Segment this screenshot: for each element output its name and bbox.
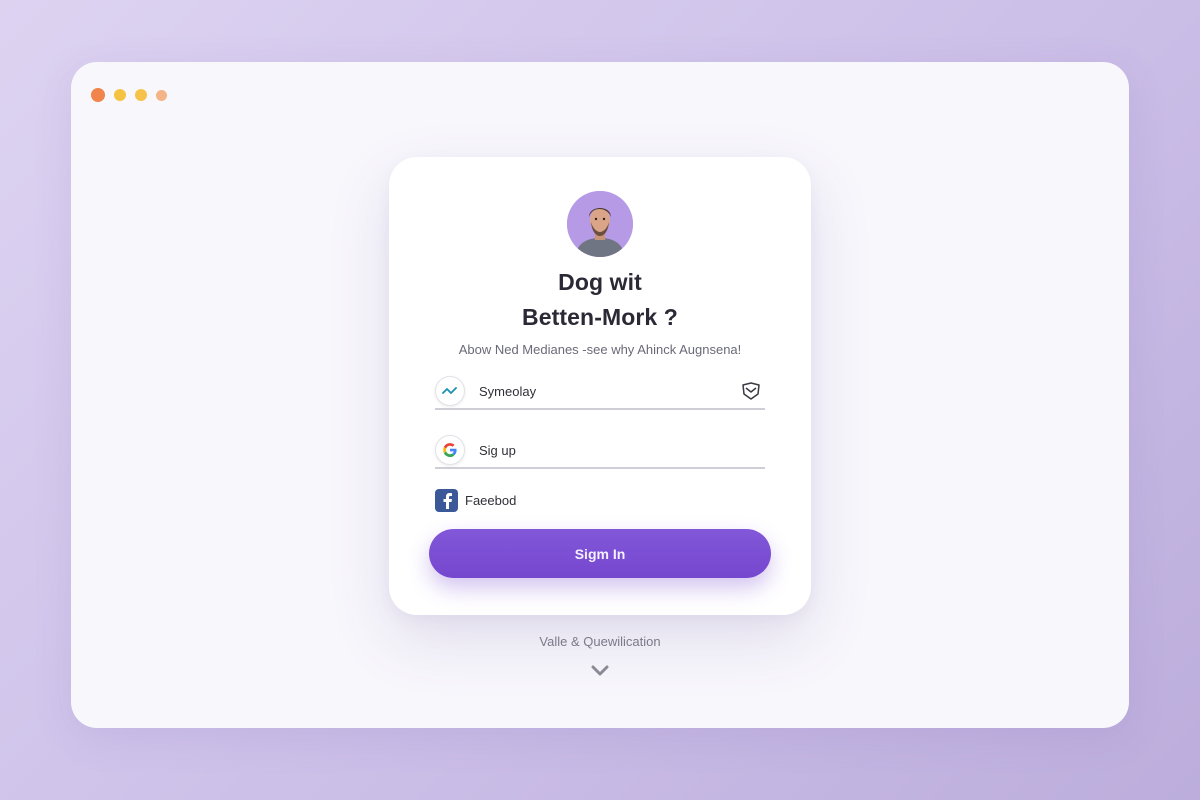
facebook-option[interactable]: Faeebod [435,488,516,512]
symeolay-field[interactable]: Symeolay [435,374,765,410]
login-card: Dog wit Betten-Mork ? Abow Ned Medianes … [389,157,811,615]
google-icon [435,435,465,465]
title-line-1: Dog wit [558,269,642,295]
footer-link[interactable]: Valle & Quewilication [71,634,1129,649]
wave-icon [435,376,465,406]
app-window: Dog wit Betten-Mork ? Abow Ned Medianes … [71,62,1129,728]
sign-up-label: Sig up [479,442,516,458]
facebook-icon [435,488,458,512]
symeolay-label: Symeolay [479,383,537,399]
sign-in-button[interactable]: Sigm In [429,529,771,578]
maximize-dot[interactable] [135,89,147,101]
window-controls [91,88,176,102]
user-avatar [567,191,633,257]
chevron-down-icon[interactable] [590,661,610,681]
minimize-dot[interactable] [114,89,126,101]
facebook-label: Faeebod [465,492,517,508]
extra-dot[interactable] [156,89,167,101]
close-dot[interactable] [91,88,105,102]
sign-up-field[interactable]: Sig up [435,433,765,469]
mask-icon[interactable] [741,382,761,400]
person-icon [567,191,633,257]
subtitle: Abow Ned Medianes -see why Ahinck Augnse… [458,342,742,357]
title-line-2: Betten-Mork ? [522,304,678,330]
